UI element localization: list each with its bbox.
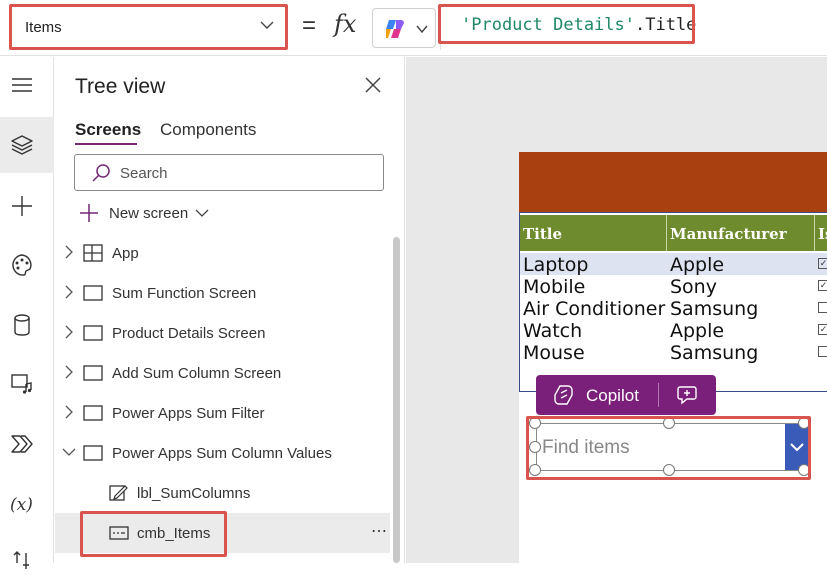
tree-item-label: Power Apps Sum Filter [112,405,265,422]
copilot-label[interactable]: Copilot [586,386,639,406]
database-icon[interactable] [9,312,35,338]
table-row[interactable]: Watch Apple ✓ [520,319,827,342]
chevron-right-icon [65,405,73,419]
tree-item-label: Product Details Screen [112,325,266,342]
search-placeholder: Search [120,165,168,182]
tab-active-indicator [75,143,137,145]
cell-title: Watch [523,320,583,342]
column-separator [666,215,667,251]
close-icon[interactable] [363,75,383,95]
chevron-right-icon [65,245,73,259]
checkbox-unchecked[interactable] [818,346,827,357]
table-header: Title Manufacturer Is [520,215,827,251]
table-row[interactable]: Mouse Samsung [520,341,827,364]
screen-header-bar [519,152,827,212]
tree-item-screen[interactable]: Power Apps Sum Filter [55,393,390,433]
tree-item-label-control[interactable]: lbl_SumColumns [55,473,390,513]
tree-scrollbar[interactable] [393,237,400,563]
cell-manufacturer: Apple [670,254,725,276]
chevron-down-icon [416,25,428,34]
column-header: Is [818,225,827,243]
tree-item-label: App [112,245,139,262]
tree-item-app[interactable]: App [55,233,390,273]
cell-title: Air Conditioner [523,298,666,320]
highlight-property-box [9,4,288,50]
chevron-right-icon [65,325,73,339]
cell-title: Laptop [523,254,589,276]
cell-manufacturer: Apple [670,320,725,342]
copilot-icon [386,20,404,38]
cell-manufacturer: Sony [670,276,717,298]
table-row[interactable]: Mobile Sony ✓ [520,275,827,298]
tree-view-title: Tree view [75,75,166,98]
table-row[interactable]: Air Conditioner Samsung [520,297,827,320]
column-header: Manufacturer [670,225,787,243]
tree-item-screen[interactable]: Product Details Screen [55,313,390,353]
canvas: Title Manufacturer Is Laptop Apple ✓ Mob… [406,57,827,563]
checkbox-checked[interactable]: ✓ [818,324,827,335]
plus-icon[interactable] [9,193,35,219]
power-automate-icon[interactable] [9,431,35,457]
chevron-down-icon [62,448,76,456]
tree-item-screen[interactable]: Add Sum Column Screen [55,353,390,393]
highlight-combo-box [526,416,811,480]
tree-item-label: Sum Function Screen [112,285,257,302]
new-screen-button[interactable]: New screen [77,201,217,225]
screen-icon [83,405,103,421]
equals-sign: = [302,12,317,39]
chevron-down-icon [195,209,209,217]
checkbox-checked[interactable]: ✓ [818,280,827,291]
svg-text:(x): (x) [10,495,33,515]
table-row[interactable]: Laptop Apple ✓ [520,253,827,276]
copilot-separator [658,383,659,407]
copilot-formula-button[interactable] [372,8,436,48]
copilot-icon[interactable] [552,384,576,406]
search-input[interactable]: Search [74,154,384,191]
copilot-pill: Copilot [536,375,716,415]
checkbox-unchecked[interactable] [818,302,827,313]
chevron-right-icon [65,365,73,379]
more-options-icon[interactable]: ⋯ [371,521,387,541]
tree-item-screen[interactable]: Sum Function Screen [55,273,390,313]
variable-icon[interactable]: (x) [9,491,35,517]
column-header: Title [523,225,563,243]
data-table[interactable]: Title Manufacturer Is Laptop Apple ✓ Mob… [519,212,827,392]
screen-icon [83,445,103,461]
layers-icon[interactable] [9,132,35,158]
tree-item-screen[interactable]: Power Apps Sum Column Values [55,433,390,473]
media-icon[interactable] [9,370,35,396]
tools-icon[interactable] [9,549,35,575]
screen-icon [83,285,103,301]
cell-title: Mouse [523,342,585,364]
tab-screens[interactable]: Screens [75,120,141,140]
cell-manufacturer: Samsung [670,298,759,320]
screen-icon [83,325,103,341]
fx-label: fx [334,10,357,38]
plus-icon [80,204,98,222]
cell-title: Mobile [523,276,586,298]
formula-bar: Items = fx 'Product Details'.Title [0,0,827,56]
tree-item-label: Power Apps Sum Column Values [112,445,332,462]
app-icon [83,244,103,262]
cell-manufacturer: Samsung [670,342,759,364]
tree-view-panel: Tree view Screens Components Search New … [55,57,405,563]
tree-item-label: lbl_SumColumns [137,485,251,502]
search-icon [92,164,110,182]
tab-components[interactable]: Components [160,120,256,140]
chevron-right-icon [65,285,73,299]
app-screen: Title Manufacturer Is Laptop Apple ✓ Mob… [519,152,827,563]
column-separator [814,215,815,251]
checkbox-checked[interactable]: ✓ [818,258,827,269]
hamburger-icon[interactable] [9,72,35,98]
highlight-tree-item-box [80,511,227,557]
new-screen-label: New screen [109,205,189,222]
palette-icon[interactable] [9,252,35,278]
left-rail: (x) [0,57,54,569]
highlight-formula-box [438,4,695,44]
screen-icon [83,365,103,381]
label-edit-icon [109,485,128,501]
comment-add-icon[interactable] [676,384,700,406]
tree-item-label: Add Sum Column Screen [112,365,282,382]
